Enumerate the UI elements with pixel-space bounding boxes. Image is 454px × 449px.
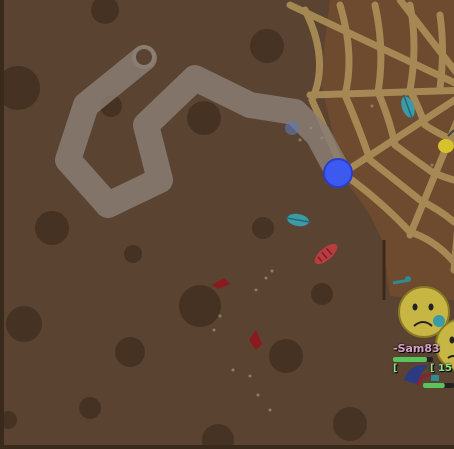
player-orb [323,158,353,188]
player-1-name: -Sam83 [393,342,440,355]
player-1-level: [ [393,363,398,374]
game-viewport[interactable]: -Sam83 [ [ 15 [0,0,454,449]
trail-start [132,45,156,69]
player-2-health-fill [423,383,445,388]
map-border-left [0,0,4,449]
player-1-health-fill [393,357,427,362]
player-2-level: [ 15 [430,363,452,374]
map-border-bottom [0,445,454,449]
game-canvas[interactable] [0,0,454,449]
yellow-item [438,139,454,153]
small-teal-box [431,375,439,381]
bubble [285,121,299,135]
